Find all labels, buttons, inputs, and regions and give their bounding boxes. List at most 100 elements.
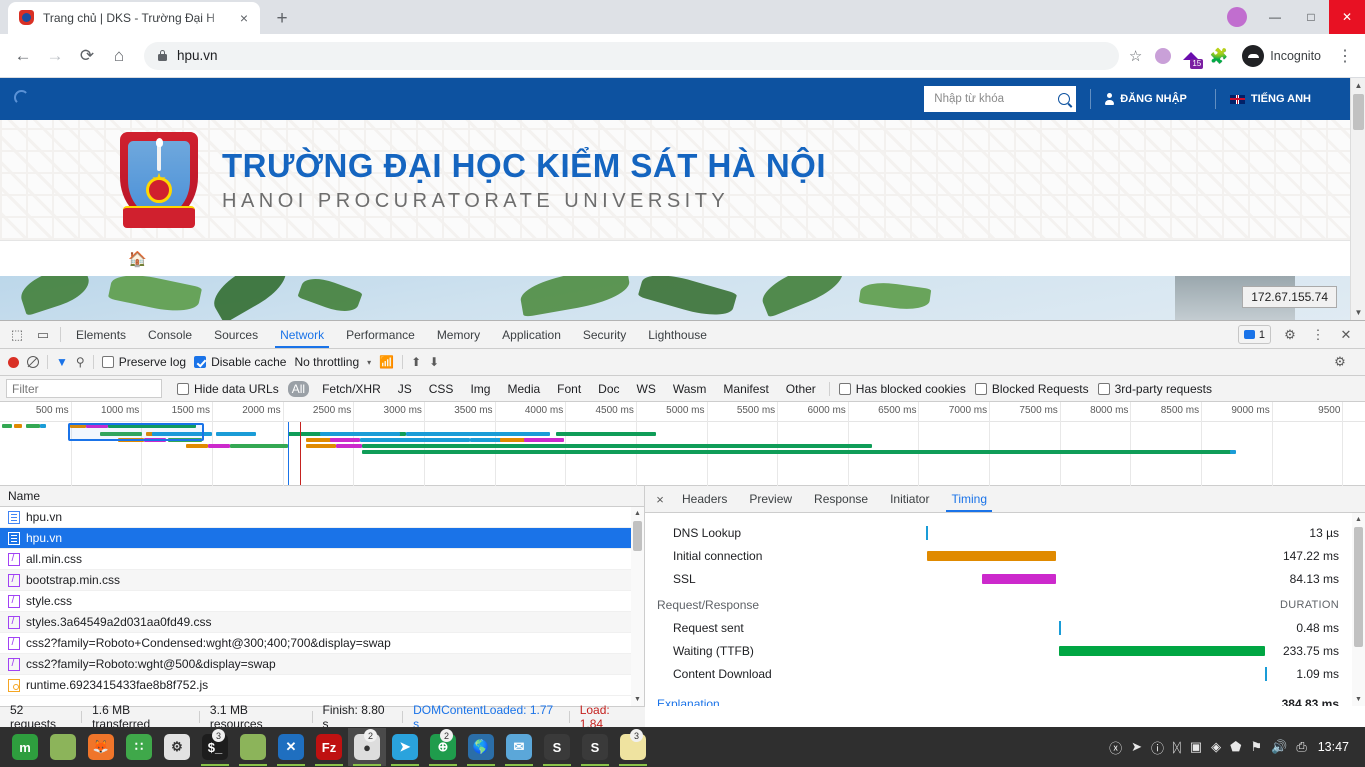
- table-row[interactable]: all.min.css: [0, 549, 644, 570]
- filter-type-manifest[interactable]: Manifest: [719, 381, 772, 397]
- request-list[interactable]: hpu.vn hpu.vn all.min.css bootstrap.min.css…: [0, 507, 644, 706]
- chevron-down-icon[interactable]: ▾: [367, 358, 371, 367]
- network-overview-timeline[interactable]: 500 ms 1000 ms 1500 ms 2000 ms 2500 ms 3000 m…: [0, 402, 1365, 486]
- filter-type-wasm[interactable]: Wasm: [669, 381, 711, 397]
- minimize-button[interactable]: —: [1257, 0, 1293, 34]
- tray-icon-0[interactable]: ⓧ: [1109, 738, 1122, 757]
- message-count-badge[interactable]: 1: [1237, 325, 1271, 344]
- filter-type-font[interactable]: Font: [553, 381, 585, 397]
- preserve-log-checkbox[interactable]: Preserve log: [101, 355, 186, 369]
- tray-icon-2[interactable]: ⓘ: [1151, 738, 1164, 757]
- tab-application[interactable]: Application: [491, 321, 572, 348]
- blocked-requests-checkbox[interactable]: Blocked Requests: [974, 382, 1089, 396]
- tab-network[interactable]: Network: [269, 321, 335, 348]
- detail-tab-initiator[interactable]: Initiator: [879, 486, 940, 512]
- detail-tab-timing[interactable]: Timing: [940, 486, 998, 512]
- home-icon[interactable]: 🏠: [128, 250, 147, 268]
- avatar[interactable]: [1227, 7, 1247, 27]
- taskbar-item-terminal[interactable]: $_ 3: [196, 728, 234, 766]
- export-har-icon[interactable]: ⬇: [429, 355, 439, 369]
- site-search-input[interactable]: [934, 93, 1055, 105]
- device-toolbar-icon[interactable]: ▭: [30, 321, 56, 348]
- filter-type-img[interactable]: Img: [466, 381, 494, 397]
- close-detail-icon[interactable]: ×: [649, 486, 671, 512]
- extension-icon-1[interactable]: [1150, 43, 1176, 69]
- filter-icon[interactable]: ▼: [56, 355, 68, 369]
- filter-type-all[interactable]: All: [287, 380, 310, 397]
- tab-console[interactable]: Console: [137, 321, 203, 348]
- taskbar-item-chrome[interactable]: ● 2: [348, 728, 386, 766]
- taskbar-item-settings[interactable]: ⚙: [158, 728, 196, 766]
- scroll-up-icon[interactable]: ▲: [631, 507, 644, 520]
- import-har-icon[interactable]: ⬆: [411, 355, 421, 369]
- tab-elements[interactable]: Elements: [65, 321, 137, 348]
- devtools-close-icon[interactable]: ✕: [1333, 327, 1359, 343]
- tab-sources[interactable]: Sources: [203, 321, 269, 348]
- filter-type-media[interactable]: Media: [503, 381, 544, 397]
- taskbar-item-sublime-2[interactable]: S: [576, 728, 614, 766]
- table-row[interactable]: hpu.vn: [0, 507, 644, 528]
- table-row[interactable]: hpu.vn: [0, 528, 644, 549]
- maximize-button[interactable]: □: [1293, 0, 1329, 34]
- throttling-select[interactable]: No throttling: [294, 355, 359, 369]
- network-conditions-icon[interactable]: 📶: [379, 355, 394, 369]
- bookmark-star-icon[interactable]: ☆: [1129, 47, 1142, 65]
- table-row[interactable]: css2?family=Roboto+Condensed:wght@300;40…: [0, 633, 644, 654]
- inspect-element-icon[interactable]: ⬚: [4, 321, 30, 348]
- incognito-indicator[interactable]: Incognito: [1238, 42, 1331, 70]
- taskbar-item-sublime-1[interactable]: S: [538, 728, 576, 766]
- tray-icon-9[interactable]: ⎙: [1296, 739, 1306, 755]
- table-row[interactable]: runtime.6923415433fae8b8f752.js: [0, 675, 644, 696]
- filter-type-css[interactable]: CSS: [425, 381, 458, 397]
- extension-icon-2[interactable]: 15: [1178, 43, 1204, 69]
- third-party-requests-checkbox[interactable]: 3rd-party requests: [1097, 382, 1212, 396]
- taskbar-item-globe[interactable]: 🌎: [462, 728, 500, 766]
- explanation-link[interactable]: Explanation: [645, 697, 720, 706]
- scrollbar-thumb[interactable]: [633, 521, 642, 551]
- detail-tab-response[interactable]: Response: [803, 486, 879, 512]
- home-button[interactable]: ⌂: [104, 41, 134, 71]
- search-icon[interactable]: [1058, 93, 1071, 105]
- forward-button[interactable]: →: [40, 41, 70, 71]
- scrollbar-thumb[interactable]: [1354, 527, 1363, 647]
- devtools-settings-icon[interactable]: ⚙: [1277, 327, 1303, 343]
- address-bar[interactable]: hpu.vn: [144, 41, 1119, 70]
- reload-button[interactable]: ⟳: [72, 41, 102, 71]
- taskbar-item-apps-grid[interactable]: ∷: [120, 728, 158, 766]
- table-row[interactable]: css2?family=Roboto:wght@500&display=swap: [0, 654, 644, 675]
- search-icon[interactable]: ⚲: [76, 355, 85, 369]
- has-blocked-cookies-checkbox[interactable]: Has blocked cookies: [838, 382, 966, 396]
- table-row[interactable]: styles.3a64549a2d031aa0fd49.css: [0, 612, 644, 633]
- taskbar-item-files[interactable]: [234, 728, 272, 766]
- tray-icon-6[interactable]: ⬟: [1230, 739, 1241, 755]
- scroll-up-icon[interactable]: ▲: [1351, 78, 1365, 93]
- login-link[interactable]: ĐĂNG NHẬP: [1090, 89, 1201, 109]
- taskbar-item-firefox[interactable]: 🦊: [82, 728, 120, 766]
- site-search-box[interactable]: [924, 86, 1077, 112]
- detail-tab-headers[interactable]: Headers: [671, 486, 738, 512]
- filter-input[interactable]: Filter: [6, 379, 162, 398]
- extensions-puzzle-icon[interactable]: 🧩: [1206, 43, 1232, 69]
- filter-type-doc[interactable]: Doc: [594, 381, 623, 397]
- detail-scrollbar[interactable]: ▲ ▼: [1352, 513, 1365, 706]
- tray-icon-7[interactable]: ⚑: [1250, 739, 1262, 755]
- tab-security[interactable]: Security: [572, 321, 637, 348]
- network-settings-icon[interactable]: ⚙: [1327, 354, 1353, 370]
- new-tab-button[interactable]: +: [268, 4, 296, 32]
- record-button[interactable]: [8, 356, 19, 368]
- close-window-button[interactable]: ✕: [1329, 0, 1365, 34]
- taskbar-item-telegram[interactable]: ➤: [386, 728, 424, 766]
- browser-tab[interactable]: Trang chủ | DKS - Trường Đại H ×: [8, 2, 260, 34]
- table-row[interactable]: style.css: [0, 591, 644, 612]
- taskbar-item-window[interactable]: [44, 728, 82, 766]
- tray-icon-3[interactable]: ᛞ: [1173, 740, 1181, 755]
- request-list-scrollbar[interactable]: ▲ ▼: [631, 507, 644, 706]
- table-row[interactable]: bootstrap.min.css: [0, 570, 644, 591]
- taskbar-item-notes[interactable]: 3: [614, 728, 652, 766]
- taskbar-item-vscode[interactable]: ✕: [272, 728, 310, 766]
- devtools-more-icon[interactable]: ⋮: [1305, 327, 1331, 343]
- scroll-up-icon[interactable]: ▲: [1352, 513, 1365, 526]
- tray-icon-8[interactable]: 🔊: [1271, 739, 1287, 755]
- tray-icon-4[interactable]: ▣: [1190, 739, 1202, 755]
- hide-data-urls-checkbox[interactable]: Hide data URLs: [177, 382, 279, 396]
